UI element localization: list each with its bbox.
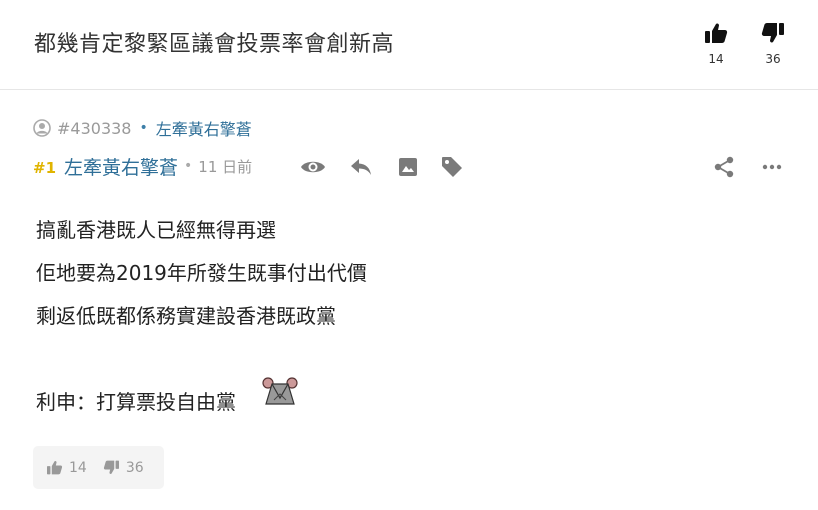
post-line-text: 利申：打算票投自由黨 bbox=[36, 390, 236, 414]
sticker-emoji bbox=[262, 376, 298, 423]
post-line-empty bbox=[36, 338, 367, 381]
post-line-disclosure: 利申：打算票投自由黨 bbox=[36, 377, 367, 424]
post-line: 搞亂香港既人已經無得再選 bbox=[36, 218, 276, 242]
post-content: 搞亂香港既人已經無得再選 佢地要為2019年所發生既事付出代價 剩返低既都係務實… bbox=[36, 209, 367, 424]
op-name-link[interactable]: 左牽黃右擎蒼 bbox=[156, 116, 252, 140]
thumbs-up-icon bbox=[47, 461, 63, 475]
post-like-count: 14 bbox=[69, 459, 87, 476]
separator-dot: • bbox=[139, 120, 148, 136]
thread-title: 都幾肯定黎緊區議會投票率會創新高 bbox=[34, 32, 395, 57]
post-dislike-count: 36 bbox=[125, 459, 144, 476]
thread-like-button[interactable]: 14 bbox=[696, 22, 736, 66]
post-meta-bar: #1 左牽黃右擎蒼 • 11 日前 bbox=[33, 151, 793, 181]
thread-dislike-count: 36 bbox=[765, 52, 781, 66]
floor-number: #1 bbox=[33, 159, 57, 177]
post-line: 佢地要為2019年所發生既事付出代價 bbox=[36, 261, 367, 285]
post-line: 剩返低既都係務實建設香港既政黨 bbox=[36, 304, 336, 328]
thread-id: #430338 bbox=[57, 118, 132, 138]
thread-like-count: 14 bbox=[708, 52, 724, 66]
share-icon bbox=[714, 156, 734, 178]
post-dislike-button[interactable]: 36 bbox=[103, 460, 144, 476]
view-author-only-button[interactable] bbox=[299, 153, 327, 181]
share-button[interactable] bbox=[710, 153, 738, 181]
reply-button[interactable] bbox=[347, 153, 375, 181]
post-like-button[interactable]: 14 bbox=[46, 460, 87, 476]
user-icon bbox=[33, 119, 51, 137]
image-mode-button[interactable] bbox=[394, 153, 422, 181]
tag-icon bbox=[442, 157, 462, 177]
thumbs-up-icon bbox=[705, 23, 728, 43]
post-age: 11 日前 bbox=[198, 157, 253, 176]
separator-dot: • bbox=[184, 158, 193, 174]
thread-header: 都幾肯定黎緊區議會投票率會創新高 14 36 bbox=[0, 0, 818, 90]
reply-icon bbox=[351, 159, 371, 175]
more-options-button[interactable] bbox=[758, 153, 786, 181]
thumbs-down-icon bbox=[103, 460, 119, 474]
tag-button[interactable] bbox=[438, 153, 466, 181]
post-vote-bar: 14 36 bbox=[33, 446, 164, 489]
more-icon bbox=[762, 164, 782, 170]
image-icon bbox=[399, 158, 417, 176]
thread-meta: #430338 • 左牽黃右擎蒼 bbox=[33, 116, 252, 140]
author-link[interactable]: 左牽黃右擎蒼 bbox=[64, 153, 178, 180]
thumbs-down-icon bbox=[761, 23, 784, 43]
thread-dislike-button[interactable]: 36 bbox=[753, 22, 793, 66]
eye-icon bbox=[301, 161, 325, 173]
